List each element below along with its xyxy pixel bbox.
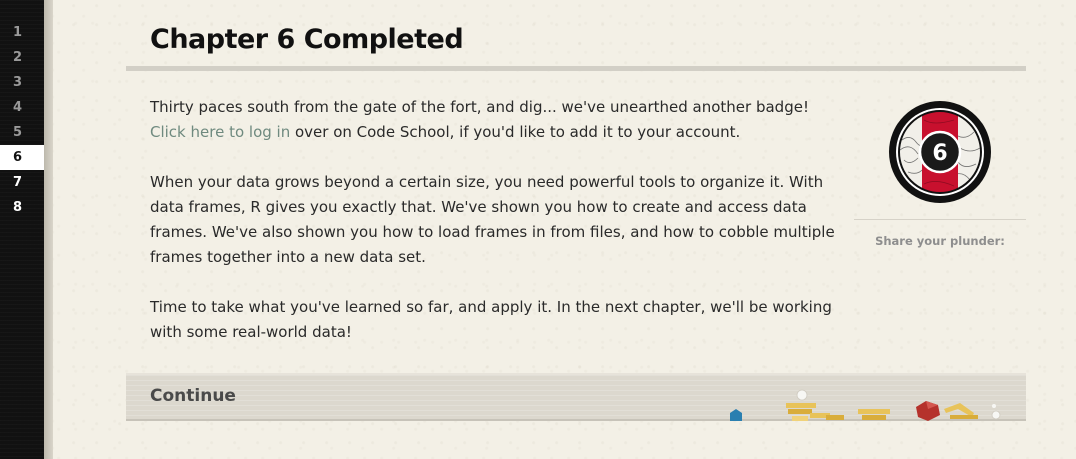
nav-edge [44, 0, 53, 459]
paragraph-summary: When your data grows beyond a certain si… [150, 173, 835, 266]
chapter-nav-item-4[interactable]: 4 [0, 95, 44, 120]
chapter-nav-item-5[interactable]: 5 [0, 120, 44, 145]
chapter-nav-item-2[interactable]: 2 [0, 45, 44, 70]
paragraph-next-chapter: Time to take what you've learned so far,… [150, 298, 832, 341]
continue-button[interactable]: Continue [126, 373, 1026, 421]
chapter-nav-item-7[interactable]: 7 [0, 170, 44, 195]
chapter-badge-icon: 6 [889, 101, 991, 203]
badge-panel: 6 Share your plunder: [854, 100, 1026, 248]
chapter-nav: 12345678 [0, 0, 53, 459]
title-divider [126, 66, 1026, 71]
chapter-nav-item-3[interactable]: 3 [0, 70, 44, 95]
login-link[interactable]: Click here to log in [150, 123, 290, 141]
badge-number: 6 [932, 141, 947, 166]
paragraph-text: Thirty paces south from the gate of the … [150, 98, 809, 116]
chapter-nav-item-1[interactable]: 1 [0, 20, 44, 45]
body-text: Thirty paces south from the gate of the … [150, 95, 835, 370]
chapter-nav-item-8[interactable]: 8 [0, 195, 44, 220]
treasure-pile-icon [730, 389, 1001, 421]
share-label: Share your plunder: [875, 234, 1005, 248]
paragraph-text: over on Code School, if you'd like to ad… [290, 123, 741, 141]
main-content: Chapter 6 Completed Thirty paces south f… [126, 0, 1026, 341]
page-title: Chapter 6 Completed [150, 24, 464, 55]
paragraph-badge-unlocked: Thirty paces south from the gate of the … [150, 95, 835, 145]
aside-divider [854, 219, 1026, 220]
